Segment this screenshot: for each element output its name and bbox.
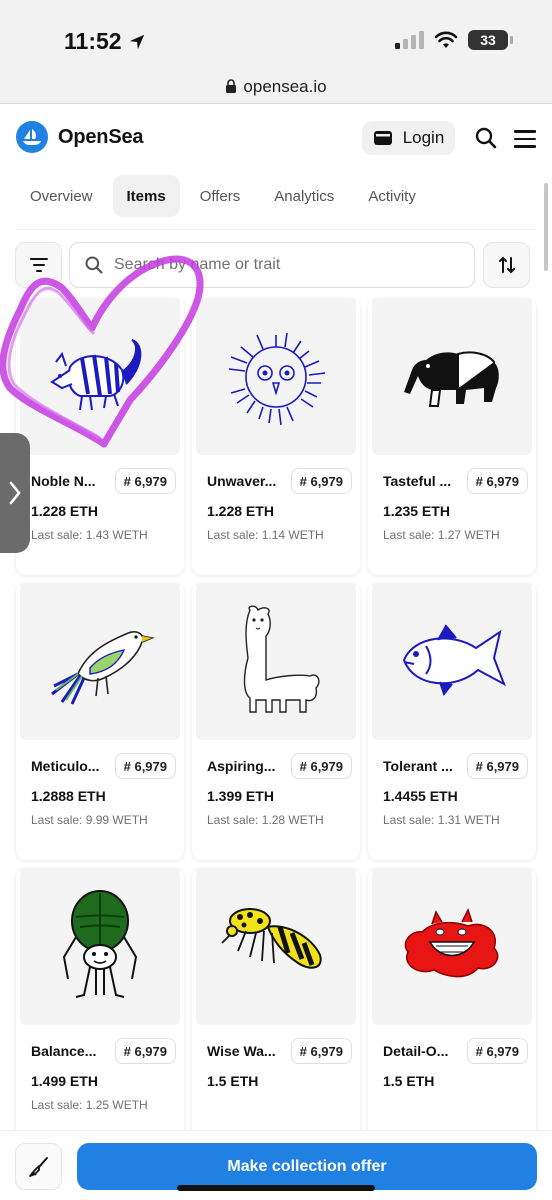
nft-price: 1.5 ETH	[207, 1073, 259, 1089]
filter-button[interactable]	[15, 242, 62, 288]
last-sale: Last sale: 1.27 WETH	[383, 528, 500, 542]
nft-card[interactable]: Wise Wa... # 6,979 1.5 ETH	[192, 868, 360, 1145]
bottom-action-bar: Make collection offer	[0, 1130, 552, 1200]
tab-offers[interactable]: Offers	[186, 175, 255, 217]
sweep-button[interactable]	[15, 1143, 62, 1190]
nft-price: 1.499 ETH	[31, 1073, 98, 1089]
chevron-right-icon	[9, 481, 21, 505]
opensea-logo[interactable]: OpenSea	[16, 121, 144, 153]
nft-name: Tasteful ...	[383, 473, 452, 489]
nft-card[interactable]: Meticulo... # 6,979 1.2888 ETH Last sale:…	[16, 583, 184, 860]
nft-price: 1.228 ETH	[31, 503, 98, 519]
status-time: 11:52	[64, 28, 122, 54]
side-panel-handle[interactable]	[0, 433, 30, 553]
rarity-rank-badge: # 6,979	[114, 753, 176, 779]
nft-price: 1.228 ETH	[207, 503, 274, 519]
wifi-icon	[434, 31, 458, 48]
nft-card[interactable]: Tolerant ... # 6,979 1.4455 ETH Last sale…	[368, 583, 536, 860]
nft-name: Unwaver...	[207, 473, 277, 489]
nft-name: Detail-O...	[383, 1043, 449, 1059]
wallet-icon	[373, 131, 392, 145]
nft-name: Tolerant ...	[383, 758, 453, 774]
search-field[interactable]	[69, 242, 475, 288]
broom-icon	[28, 1156, 48, 1177]
nft-price: 1.2888 ETH	[31, 788, 106, 804]
rarity-rank-badge: # 6,979	[114, 1038, 176, 1064]
tab-analytics[interactable]: Analytics	[260, 175, 348, 217]
nft-name: Meticulo...	[31, 758, 100, 774]
brand-name: OpenSea	[58, 125, 144, 148]
nft-card[interactable]: Balance... # 6,979 1.499 ETH Last sale: 1…	[16, 868, 184, 1145]
tab-activity[interactable]: Activity	[354, 175, 430, 217]
sort-button[interactable]	[483, 242, 530, 288]
last-sale: Last sale: 1.43 WETH	[31, 528, 148, 542]
rarity-rank-badge: # 6,979	[466, 753, 528, 779]
battery-indicator: 33	[468, 30, 513, 50]
rarity-rank-badge: # 6,979	[290, 1038, 352, 1064]
items-grid: Noble N... # 6,979 1.228 ETH Last sale: 1…	[16, 298, 536, 1145]
search-icon[interactable]	[474, 126, 498, 150]
search-input[interactable]	[114, 256, 454, 274]
home-indicator	[177, 1185, 375, 1191]
nft-name: Balance...	[31, 1043, 97, 1059]
last-sale: Last sale: 1.14 WETH	[207, 528, 324, 542]
rarity-rank-badge: # 6,979	[114, 468, 176, 494]
url-text: opensea.io	[243, 76, 327, 96]
nft-image-beetle	[20, 868, 180, 1025]
nft-card[interactable]: Unwaver... # 6,979 1.228 ETH Last sale: 1…	[192, 298, 360, 575]
nft-image-red-blob	[372, 868, 532, 1025]
browser-url-bar[interactable]: opensea.io	[0, 70, 552, 104]
nft-card[interactable]: Aspiring... # 6,979 1.399 ETH Last sale: …	[192, 583, 360, 860]
rarity-rank-badge: # 6,979	[290, 468, 352, 494]
rarity-rank-badge: # 6,979	[290, 753, 352, 779]
nft-card[interactable]: Noble N... # 6,979 1.228 ETH Last sale: 1…	[16, 298, 184, 575]
sort-arrows-icon	[498, 256, 515, 274]
nft-image-armadillo	[20, 298, 180, 455]
nft-name: Wise Wa...	[207, 1043, 276, 1059]
nft-image-tapir	[372, 298, 532, 455]
nft-price: 1.4455 ETH	[383, 788, 458, 804]
last-sale: Last sale: 9.99 WETH	[31, 813, 148, 827]
nft-price: 1.399 ETH	[207, 788, 274, 804]
nft-price: 1.235 ETH	[383, 503, 450, 519]
opensea-logo-icon	[16, 121, 48, 153]
nft-card[interactable]: Tasteful ... # 6,979 1.235 ETH Last sale:…	[368, 298, 536, 575]
nft-price: 1.5 ETH	[383, 1073, 435, 1089]
nft-name: Aspiring...	[207, 758, 276, 774]
tab-overview[interactable]: Overview	[16, 175, 107, 217]
status-bar: 11:52 33	[0, 0, 552, 70]
collection-tabs: Overview Items Offers Analytics Activity	[16, 175, 430, 217]
last-sale: Last sale: 1.31 WETH	[383, 813, 500, 827]
scrollbar[interactable]	[544, 183, 548, 271]
tab-items[interactable]: Items	[112, 175, 180, 217]
nft-image-bird	[20, 583, 180, 740]
make-collection-offer-button[interactable]: Make collection offer	[77, 1143, 537, 1190]
hamburger-menu-icon[interactable]	[514, 130, 536, 153]
last-sale: Last sale: 1.28 WETH	[207, 813, 324, 827]
site-header: OpenSea Login	[0, 104, 552, 170]
cellular-signal-icon	[395, 31, 424, 49]
filter-icon	[29, 258, 48, 260]
rarity-rank-badge: # 6,979	[466, 468, 528, 494]
nft-name: Noble N...	[31, 473, 96, 489]
login-label: Login	[402, 128, 445, 147]
rarity-rank-badge: # 6,979	[466, 1038, 528, 1064]
nft-card[interactable]: Detail-O... # 6,979 1.5 ETH	[368, 868, 536, 1145]
lock-icon	[226, 79, 237, 93]
tabs-divider	[16, 229, 536, 230]
location-arrow-icon	[129, 34, 144, 49]
nft-image-owl	[196, 298, 356, 455]
nft-image-fish	[372, 583, 532, 740]
login-button[interactable]: Login	[362, 121, 455, 155]
last-sale: Last sale: 1.25 WETH	[31, 1098, 148, 1112]
nft-image-wasp	[196, 868, 356, 1025]
search-icon	[85, 256, 103, 274]
nft-image-llama	[196, 583, 356, 740]
